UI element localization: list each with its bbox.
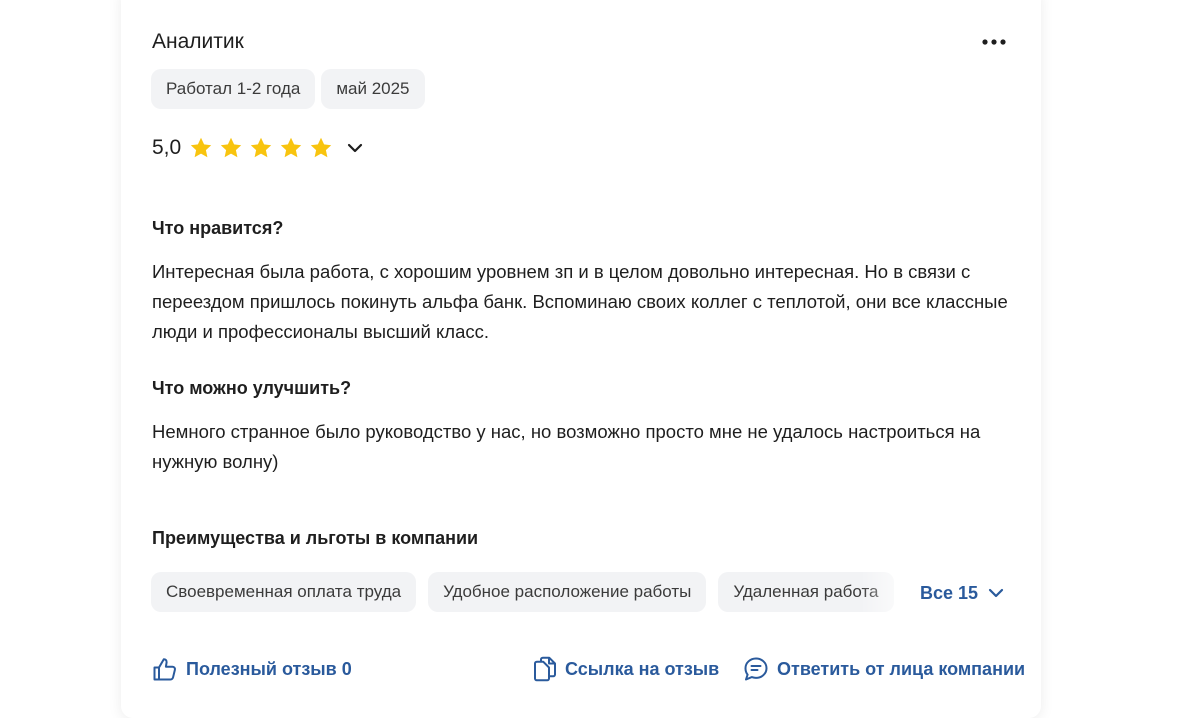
- star-icon: [191, 137, 212, 158]
- rating-expand-button[interactable]: [345, 138, 365, 158]
- likes-heading: Что нравится?: [152, 218, 284, 238]
- reply-label: Ответить от лица компании: [777, 658, 1026, 679]
- more-options-button[interactable]: [978, 30, 1010, 54]
- benefits-all-button[interactable]: Все 15: [920, 578, 1004, 608]
- more-dots-icon: [982, 39, 1006, 45]
- benefits-all-label: Все 15: [920, 582, 979, 603]
- review-title: Аналитик: [152, 30, 244, 53]
- copy-link-button[interactable]: Ссылка на отзыв: [533, 656, 719, 682]
- copy-link-label: Ссылка на отзыв: [565, 658, 720, 679]
- review-tags: Работал 1-2 года май 2025: [151, 69, 425, 109]
- star-icon: [311, 137, 332, 158]
- helpful-label: Полезный отзыв 0: [186, 658, 352, 679]
- rating-row: 5,0: [152, 136, 365, 160]
- star-icon: [281, 137, 302, 158]
- benefits-fade: [860, 572, 920, 612]
- chevron-down-icon: [348, 143, 363, 153]
- copy-link-icon: [534, 656, 556, 682]
- likes-text: Интересная была работа, с хорошим уровне…: [152, 261, 1008, 342]
- tag-date: май 2025: [321, 69, 425, 109]
- chat-bubble-icon: [744, 657, 768, 681]
- benefits-list: Своевременная оплата труда Удобное распо…: [151, 572, 921, 612]
- star-icon: [251, 137, 272, 158]
- benefit-chip: Удобное расположение работы: [428, 572, 707, 612]
- reply-button[interactable]: Ответить от лица компании: [743, 656, 1025, 682]
- improve-heading: Что можно улучшить?: [152, 378, 352, 398]
- improve-text: Немного странное было руководство у нас,…: [152, 421, 981, 472]
- benefit-chip: Своевременная оплата труда: [151, 572, 417, 612]
- thumbs-up-icon: [153, 658, 176, 681]
- chevron-down-icon: [988, 588, 1004, 598]
- benefits-heading: Преимущества и льготы в компании: [152, 528, 479, 548]
- tag-experience: Работал 1-2 года: [151, 69, 316, 109]
- rating-stars: [189, 136, 333, 160]
- rating-value: 5,0: [152, 136, 182, 159]
- review-actions: Полезный отзыв 0 Ссылка на отзыв Ответит…: [0, 656, 1192, 686]
- star-icon: [221, 137, 242, 158]
- helpful-button[interactable]: Полезный отзыв 0: [152, 656, 352, 682]
